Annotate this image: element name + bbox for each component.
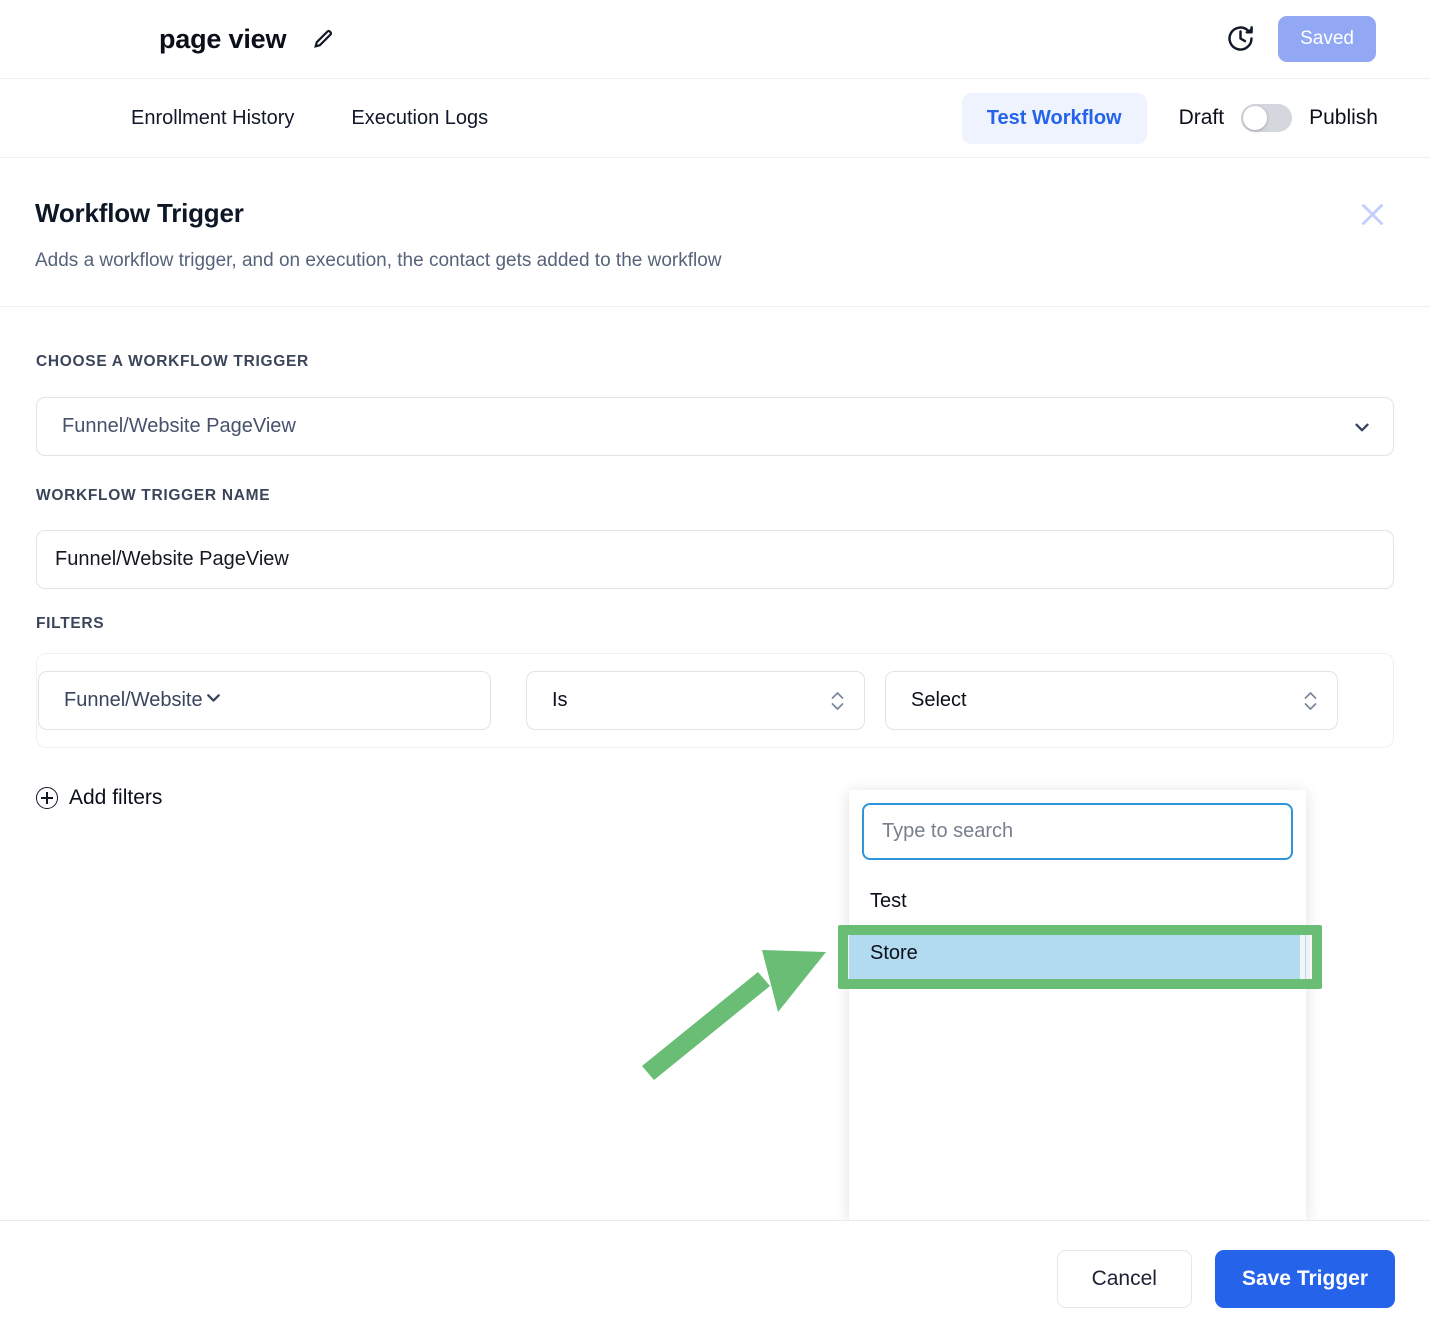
panel-header: Workflow Trigger Adds a workflow trigger… (0, 158, 1430, 307)
chevron-down-icon (1351, 416, 1373, 438)
sub-nav: Enrollment History Execution Logs Test W… (0, 79, 1430, 158)
trigger-name-input[interactable] (36, 530, 1394, 589)
panel-subtitle: Adds a workflow trigger, and on executio… (35, 250, 722, 271)
filter-property-select[interactable]: Funnel/Website (38, 671, 491, 730)
top-bar-actions: Saved (1225, 15, 1430, 63)
chevron-up-down-icon (829, 688, 846, 714)
dropdown-scrollbar[interactable] (1300, 932, 1305, 984)
choose-trigger-select[interactable]: Funnel/Website PageView (36, 397, 1394, 456)
toggle-knob (1243, 106, 1268, 130)
pencil-icon[interactable] (312, 28, 334, 50)
trigger-name-label: WORKFLOW TRIGGER NAME (36, 487, 271, 504)
dropdown-search-input[interactable] (862, 803, 1293, 860)
filter-value-select[interactable]: Select (885, 671, 1338, 730)
chevron-up-down-icon (1302, 688, 1319, 714)
sub-nav-actions: Test Workflow Draft Publish (961, 92, 1430, 144)
choose-trigger-label: CHOOSE A WORKFLOW TRIGGER (36, 353, 309, 370)
draft-label: Draft (1178, 106, 1225, 129)
top-bar: page view Saved (0, 0, 1430, 79)
clock-history-icon[interactable] (1225, 23, 1256, 54)
plus-circle-icon (36, 787, 58, 809)
panel-footer: Cancel Save Trigger (0, 1220, 1430, 1336)
publish-toggle-group: Draft Publish (1179, 104, 1378, 132)
filter-operator-select[interactable]: Is (526, 671, 865, 730)
value-dropdown-panel: Test Store (849, 790, 1306, 1220)
add-filters-label: Add filters (69, 786, 163, 809)
filters-label: FILTERS (36, 615, 105, 632)
add-filters-button[interactable]: Add filters (36, 786, 162, 810)
publish-toggle[interactable] (1241, 104, 1293, 132)
sub-nav-tabs: Enrollment History Execution Logs (131, 107, 488, 130)
filter-property-value: Funnel/Website (64, 689, 203, 711)
page-title: page view (159, 23, 287, 54)
save-trigger-button[interactable]: Save Trigger (1214, 1249, 1395, 1308)
filters-container: Funnel/Website Is Select (36, 653, 1394, 748)
trigger-form: CHOOSE A WORKFLOW TRIGGER Funnel/Website… (0, 307, 1430, 814)
test-workflow-button[interactable]: Test Workflow (961, 92, 1147, 144)
tab-execution-logs[interactable]: Execution Logs (351, 107, 488, 130)
dropdown-option-test[interactable]: Test (849, 875, 1306, 927)
chevron-down-icon (203, 687, 224, 714)
dropdown-option-store[interactable]: Store (849, 927, 1306, 979)
dropdown-option-list: Test Store (849, 875, 1306, 979)
tab-enrollment-history[interactable]: Enrollment History (131, 107, 294, 130)
filter-operator-value: Is (552, 689, 568, 711)
saved-button[interactable]: Saved (1278, 15, 1376, 63)
filter-value-text: Select (911, 689, 967, 711)
close-icon[interactable] (1357, 199, 1388, 235)
publish-label: Publish (1309, 106, 1378, 129)
annotation-arrow (642, 950, 826, 1080)
panel-title: Workflow Trigger (35, 198, 244, 228)
cancel-button[interactable]: Cancel (1056, 1249, 1192, 1308)
choose-trigger-value: Funnel/Website PageView (62, 415, 296, 437)
